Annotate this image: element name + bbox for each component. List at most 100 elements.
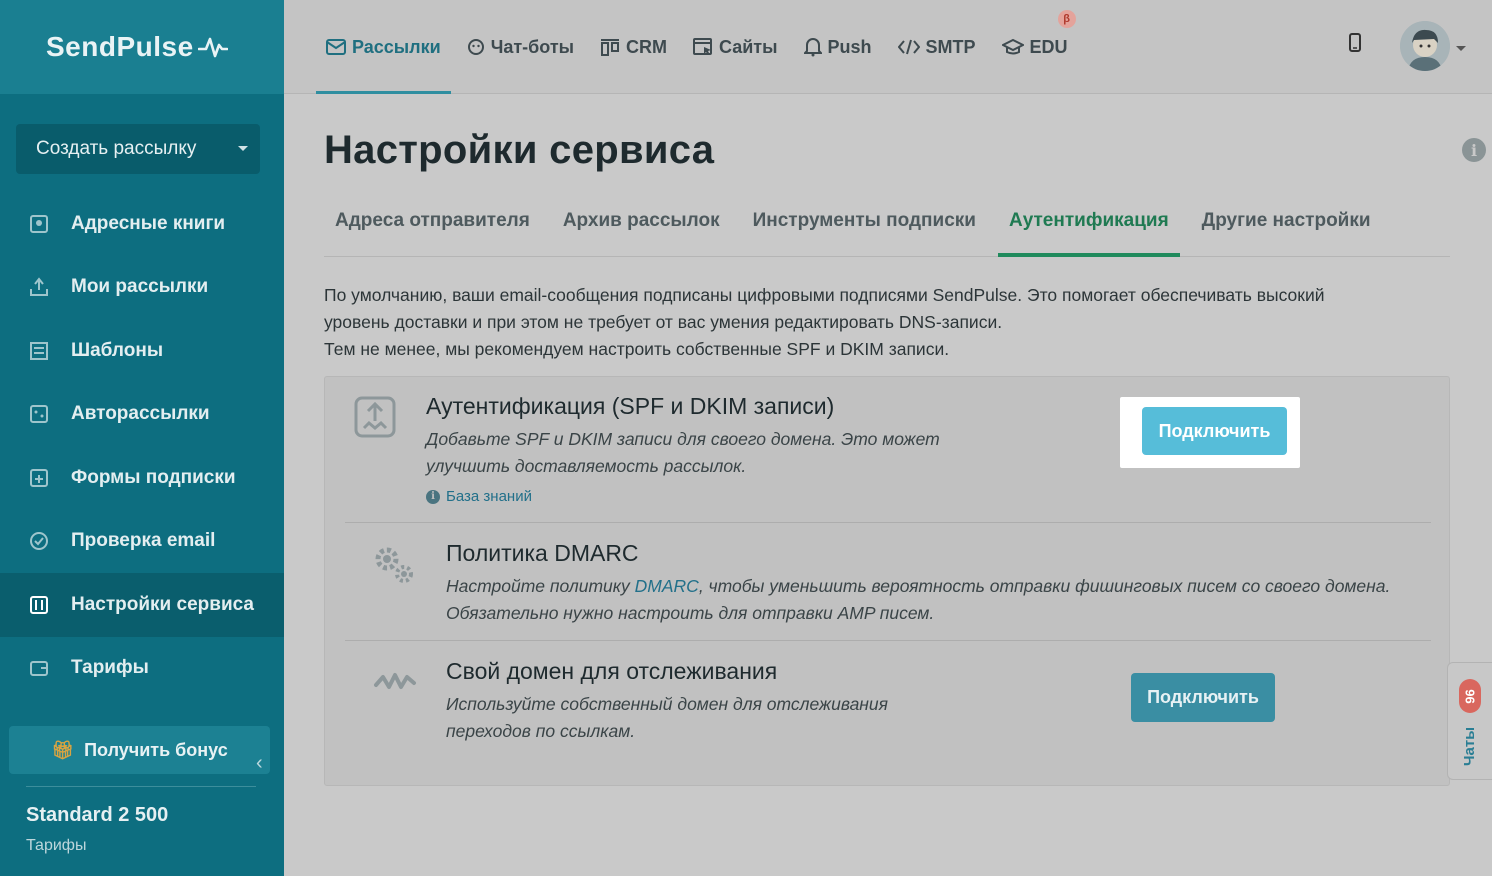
connect-tracking-domain-button[interactable]: Подключить <box>1131 673 1275 722</box>
sidebar-nav: Адресные книги Мои рассылки Шаблоны Авто… <box>0 192 284 700</box>
tab-campaign-archive[interactable]: Архив рассылок <box>552 186 731 256</box>
tab-sender-addresses[interactable]: Адреса отправителя <box>324 186 541 256</box>
chats-count: 96 <box>1462 688 1478 704</box>
wallet-icon <box>28 657 50 679</box>
description-text: , чтобы уменьшить вероятность отправки ф… <box>698 576 1391 596</box>
knowledge-base-link[interactable]: i База знаний <box>426 488 532 505</box>
sidebar-item-label: Мои рассылки <box>71 276 209 298</box>
description-line: Настройте политику DMARC, чтобы уменьшит… <box>446 573 1426 600</box>
topnav-item-crm[interactable]: CRM <box>590 0 677 94</box>
topnav-item-sites[interactable]: Сайты <box>683 0 787 94</box>
sidebar-item-label: Авторассылки <box>71 403 210 425</box>
section-title: Политика DMARC <box>446 540 639 566</box>
section-title: Свой домен для отслеживания <box>446 658 778 684</box>
plan-tariffs-link[interactable]: Тарифы <box>26 837 86 855</box>
tab-other-settings[interactable]: Другие настройки <box>1191 186 1382 256</box>
info-icon[interactable]: i <box>1462 138 1486 162</box>
gift-icon: 🎁︎ <box>51 739 75 760</box>
create-campaign-button[interactable]: Создать рассылку <box>16 124 260 174</box>
campaigns-icon <box>28 276 50 298</box>
settings-sliders-icon <box>28 594 50 616</box>
sidebar-item-automation[interactable]: Авторассылки <box>0 383 284 447</box>
automation-icon <box>28 403 50 425</box>
topnav-label: EDU <box>1029 36 1068 57</box>
sidebar-item-label: Настройки сервиса <box>71 593 254 615</box>
verify-icon <box>28 530 50 552</box>
knowledge-base-label: База знаний <box>446 488 532 505</box>
intro-line: Тем не менее, мы рекомендуем настроить с… <box>324 339 950 359</box>
topnav-item-chatbots[interactable]: Чат-боты <box>457 0 584 94</box>
sidebar-item-campaigns[interactable]: Мои рассылки <box>0 256 284 320</box>
forms-icon <box>28 467 50 489</box>
sites-icon <box>693 38 713 56</box>
top-nav: Рассылки Чат-боты CRM Сайты Push SMTP ED… <box>316 0 1084 94</box>
topnav-item-campaigns[interactable]: Рассылки <box>316 0 451 94</box>
description-line: Используйте собственный домен для отслеж… <box>446 694 889 714</box>
sidebar-item-label: Шаблоны <box>71 339 164 361</box>
sidebar-item-forms[interactable]: Формы подписки <box>0 446 284 510</box>
section-description: Настройте политику DMARC, чтобы уменьшит… <box>446 573 1426 627</box>
address-book-icon <box>28 213 50 235</box>
sidebar-item-email-verify[interactable]: Проверка email <box>0 510 284 574</box>
code-icon <box>897 39 920 55</box>
chats-label: Чаты <box>1450 721 1490 771</box>
chats-label-text: Чаты <box>1461 726 1479 766</box>
topnav-label: Рассылки <box>352 36 441 57</box>
sidebar-item-tariffs[interactable]: Тарифы <box>0 637 284 701</box>
topnav-item-push[interactable]: Push <box>794 0 882 94</box>
pulse-icon <box>197 37 228 58</box>
sidebar-item-label: Проверка email <box>71 530 216 552</box>
description-line: Добавьте SPF и DKIM записи для своего до… <box>426 429 940 449</box>
wave-pulse-icon <box>373 669 417 693</box>
description-line: Обязательно нужно настроить для отправки… <box>446 603 935 623</box>
description-text: Настройте политику <box>446 576 635 596</box>
sendpulse-logo[interactable]: SendPulse <box>46 31 228 63</box>
crm-icon <box>600 38 620 56</box>
get-bonus-button[interactable]: 🎁︎ Получить бонус <box>9 726 270 774</box>
sidebar-item-label: Тарифы <box>71 657 149 679</box>
connect-spf-dkim-button[interactable]: Подключить <box>1142 407 1287 455</box>
chevron-down-icon[interactable] <box>238 146 248 151</box>
sidebar-item-templates[interactable]: Шаблоны <box>0 319 284 383</box>
graduation-cap-icon <box>1001 38 1024 56</box>
topnav-item-edu[interactable]: EDU β <box>992 0 1078 94</box>
logo-text: SendPulse <box>46 31 194 62</box>
chats-count-badge: 96 <box>1459 679 1481 713</box>
dmarc-link[interactable]: DMARC <box>635 576 699 596</box>
user-avatar[interactable] <box>1400 21 1450 71</box>
sidebar-item-service-settings[interactable]: Настройки сервиса <box>0 573 284 637</box>
intro-line: По умолчанию, ваши email-сообщения подпи… <box>324 285 1325 305</box>
topnav-label: Push <box>827 36 872 57</box>
top-bar: Рассылки Чат-боты CRM Сайты Push SMTP ED… <box>284 0 1492 94</box>
mail-icon <box>326 39 346 55</box>
collapse-sidebar-icon[interactable]: ‹ <box>256 752 263 775</box>
section-description: Добавьте SPF и DKIM записи для своего до… <box>426 426 940 480</box>
dmarc-section: Политика DMARC Настройте политику DMARC,… <box>345 523 1431 641</box>
templates-icon <box>28 340 50 362</box>
page-title: Настройки сервиса <box>324 128 715 172</box>
sidebar-item-label: Формы подписки <box>71 466 236 488</box>
topnav-label: Сайты <box>719 36 778 57</box>
get-bonus-label: Получить бонус <box>84 739 228 760</box>
bell-icon <box>803 37 822 57</box>
logo-area: SendPulse <box>0 0 284 94</box>
plan-name: Standard 2 500 <box>26 804 169 826</box>
topnav-label: CRM <box>626 36 668 57</box>
upload-certificate-icon <box>353 395 397 439</box>
topnav-item-smtp[interactable]: SMTP <box>888 0 986 94</box>
tab-authentication[interactable]: Аутентификация <box>997 186 1180 257</box>
topnav-label: SMTP <box>925 36 976 57</box>
topnav-label: Чат-боты <box>490 36 575 57</box>
account-menu-chevron-icon[interactable] <box>1456 46 1466 51</box>
beta-badge: β <box>1057 10 1076 28</box>
info-icon: i <box>426 489 440 504</box>
chatbot-icon <box>467 38 485 56</box>
create-campaign-label: Создать рассылку <box>36 138 197 159</box>
tab-subscription-tools[interactable]: Инструменты подписки <box>742 186 987 256</box>
intro-line: уровень доставки и при этом не требует о… <box>324 312 1003 332</box>
sidebar-divider <box>26 786 256 787</box>
mobile-app-icon[interactable] <box>1348 33 1362 58</box>
description-line: улучшить доставляемость рассылок. <box>426 456 747 476</box>
chats-widget[interactable]: 96 Чаты <box>1447 662 1492 780</box>
sidebar-item-address-books[interactable]: Адресные книги <box>0 192 284 256</box>
